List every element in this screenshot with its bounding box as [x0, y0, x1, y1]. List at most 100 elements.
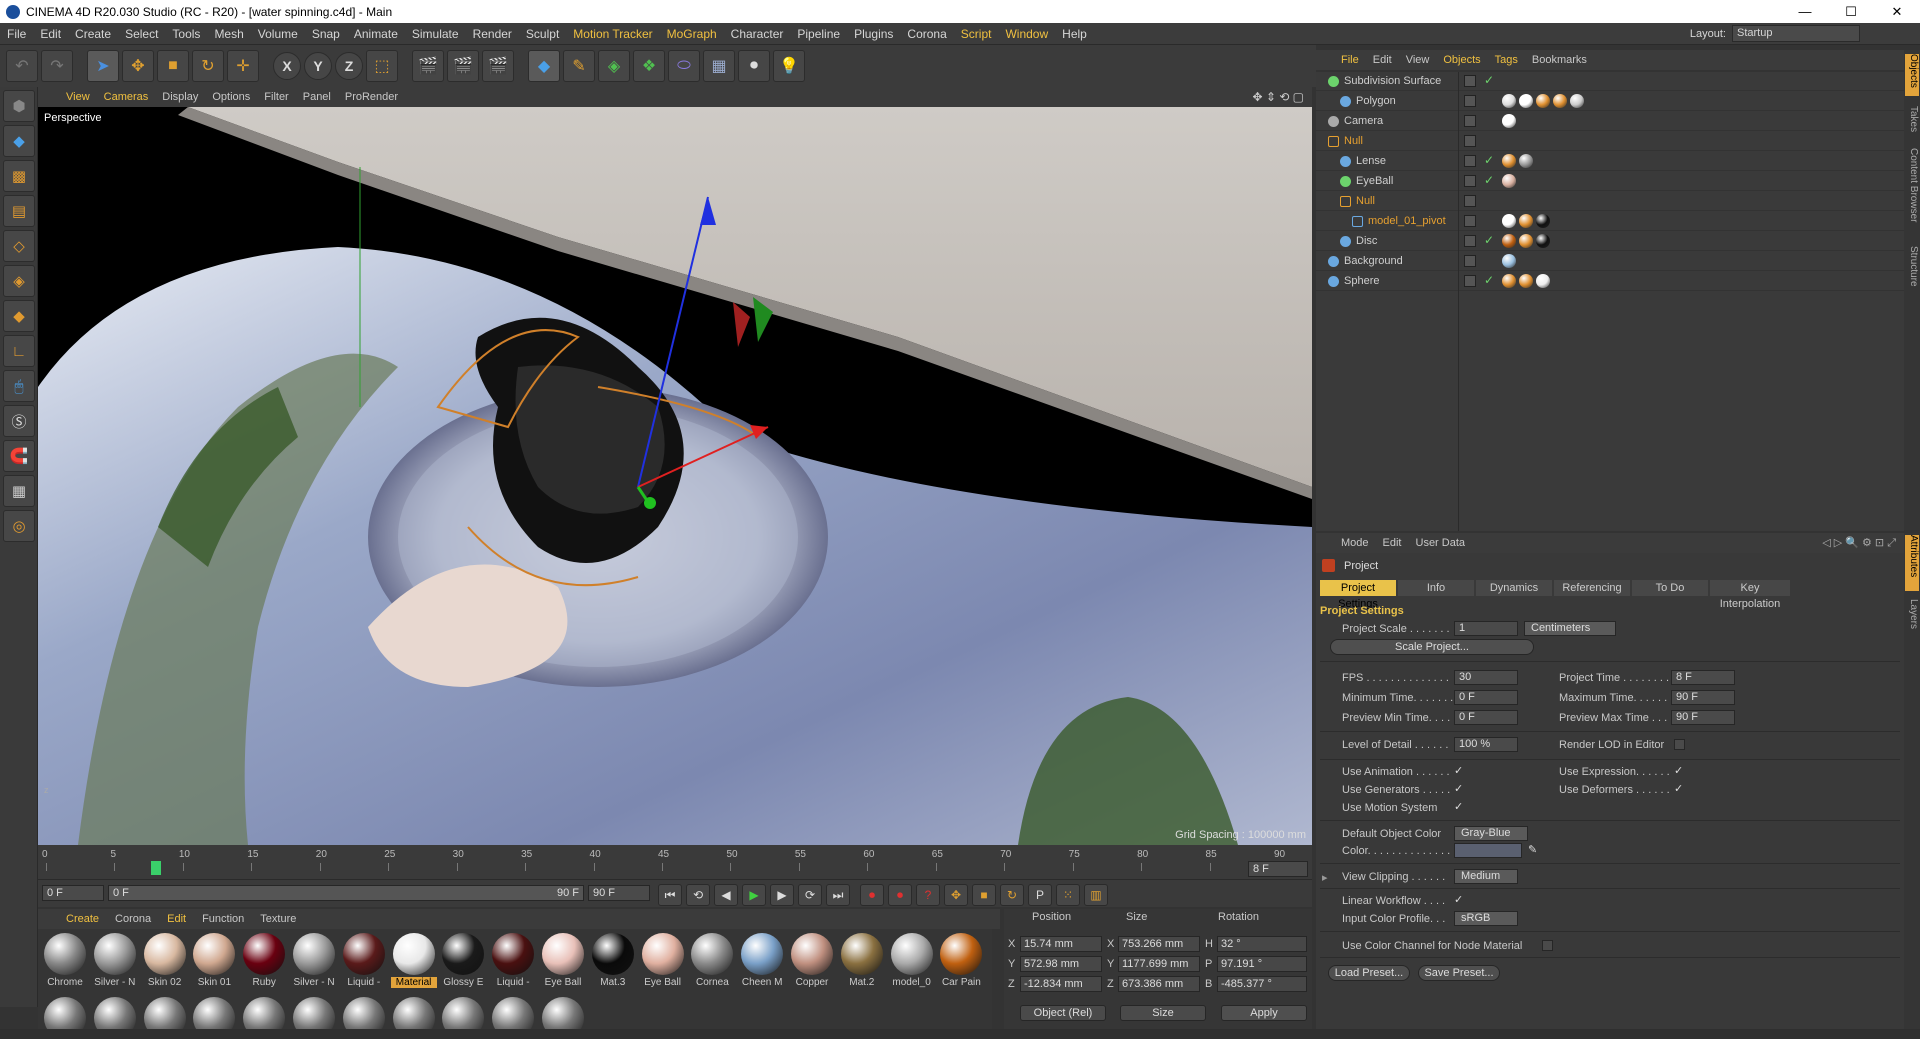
viewport-nav-icons[interactable]: ✥ ⇕ ⟲ ▢: [1252, 90, 1304, 104]
fps-field[interactable]: 30: [1454, 670, 1518, 685]
material-swatch[interactable]: Copper: [789, 933, 835, 988]
material-swatch[interactable]: Silver - N: [92, 933, 138, 988]
visibility-toggle[interactable]: [1464, 255, 1476, 267]
tab-structure[interactable]: Structure: [1905, 246, 1919, 298]
objects-menu-edit[interactable]: Edit: [1373, 54, 1392, 66]
object-row[interactable]: Subdivision Surface ✓: [1316, 72, 1904, 91]
edges-mode-icon[interactable]: ◈: [3, 265, 35, 297]
attributes-menu-user-data[interactable]: User Data: [1416, 537, 1466, 549]
solo-icon[interactable]: ◎: [3, 510, 35, 542]
object-tag-icon[interactable]: [1519, 94, 1533, 108]
keyframe-selection-icon[interactable]: ?: [916, 884, 940, 906]
floor-icon[interactable]: ▦: [703, 50, 735, 82]
menu-snap[interactable]: Snap: [305, 27, 347, 41]
object-tag-icon[interactable]: [1519, 214, 1533, 228]
object-tag-icon[interactable]: [1502, 174, 1516, 188]
undo-icon[interactable]: ↶: [6, 50, 38, 82]
object-tag-icon[interactable]: [1502, 94, 1516, 108]
rot-h-field[interactable]: 32 °: [1217, 936, 1307, 952]
material-swatch[interactable]: Skin 01: [191, 933, 237, 988]
material-swatch[interactable]: Eye Ball: [640, 933, 686, 988]
tab-objects[interactable]: Objects: [1905, 54, 1919, 96]
use-generators-checkbox[interactable]: ✓: [1454, 784, 1465, 795]
tab-dynamics[interactable]: Dynamics: [1476, 580, 1552, 596]
tab-attributes[interactable]: Attributes: [1905, 535, 1919, 591]
enable-checkmark[interactable]: ✓: [1484, 173, 1494, 187]
menu-character[interactable]: Character: [724, 27, 791, 41]
object-row[interactable]: Disc ✓: [1316, 232, 1904, 251]
record-pla-icon[interactable]: ⁙: [1056, 884, 1080, 906]
texture-mode-icon[interactable]: ▩: [3, 160, 35, 192]
project-scale-unit-select[interactable]: Centimeters: [1524, 621, 1616, 636]
material-swatch[interactable]: Mat.2: [839, 933, 885, 988]
start-frame-field[interactable]: 0 F: [42, 885, 104, 901]
menu-pipeline[interactable]: Pipeline: [790, 27, 847, 41]
preview-range-slider[interactable]: 0 F 90 F: [108, 885, 584, 901]
menu-sculpt[interactable]: Sculpt: [519, 27, 566, 41]
material-swatch[interactable]: Liquid -: [490, 933, 536, 988]
material-swatch[interactable]: Eye Ball: [540, 933, 586, 988]
material-swatch[interactable]: Glossy E: [440, 933, 486, 988]
timeline-window-icon[interactable]: ▥: [1084, 884, 1108, 906]
visibility-toggle[interactable]: [1464, 195, 1476, 207]
size-x-field[interactable]: 753.266 mm: [1118, 936, 1200, 952]
object-row[interactable]: Null: [1316, 192, 1904, 211]
make-editable-icon[interactable]: ⬢: [3, 90, 35, 122]
objects-menu-file[interactable]: File: [1341, 54, 1359, 66]
record-active-icon[interactable]: ⏺: [860, 884, 884, 906]
generator-icon[interactable]: ◈: [598, 50, 630, 82]
select-tool-icon[interactable]: ➤: [87, 50, 119, 82]
object-tag-icon[interactable]: [1570, 94, 1584, 108]
objects-menu-tags[interactable]: Tags: [1495, 54, 1518, 66]
object-row[interactable]: Polygon: [1316, 92, 1904, 111]
use-expression-checkbox[interactable]: ✓: [1674, 766, 1685, 777]
material-swatch[interactable]: Cheen M: [739, 933, 785, 988]
workplane-mode-icon[interactable]: ▤: [3, 195, 35, 227]
material-preview-ball[interactable]: [293, 997, 335, 1029]
array-icon[interactable]: ❖: [633, 50, 665, 82]
enable-checkmark[interactable]: ✓: [1484, 233, 1494, 247]
default-object-color-select[interactable]: Gray-Blue: [1454, 826, 1528, 841]
z-axis-lock-button[interactable]: Z: [335, 52, 363, 80]
workplane-icon[interactable]: ▦: [3, 475, 35, 507]
preview-min-field[interactable]: 0 F: [1454, 710, 1518, 725]
enable-checkmark[interactable]: ✓: [1484, 153, 1494, 167]
menu-simulate[interactable]: Simulate: [405, 27, 466, 41]
size-mode-select[interactable]: Size: [1120, 1005, 1206, 1021]
material-swatch[interactable]: Material: [390, 933, 437, 988]
object-row[interactable]: Sphere ✓: [1316, 272, 1904, 291]
visibility-toggle[interactable]: [1464, 275, 1476, 287]
viewport-menu-options[interactable]: Options: [212, 91, 250, 103]
render-lod-checkbox[interactable]: [1674, 739, 1685, 750]
tab-info[interactable]: Info: [1398, 580, 1474, 596]
eyedropper-icon[interactable]: ✎: [1528, 843, 1537, 856]
view-clipping-expand-icon[interactable]: ▸: [1322, 871, 1328, 884]
tab-layers[interactable]: Layers: [1905, 599, 1919, 635]
attributes-nav-icons[interactable]: ◁ ▷ 🔍 ⚙ ⊡ ⤢: [1822, 536, 1896, 550]
visibility-toggle[interactable]: [1464, 135, 1476, 147]
object-row[interactable]: Background: [1316, 252, 1904, 271]
material-preview-ball[interactable]: [342, 997, 385, 1029]
record-parameter-icon[interactable]: P: [1028, 884, 1052, 906]
edit-render-settings-icon[interactable]: 🎬: [482, 50, 514, 82]
scale-project-button[interactable]: Scale Project...: [1330, 639, 1534, 655]
tweak-mode-icon[interactable]: 🖱: [3, 370, 35, 402]
tab-to-do[interactable]: To Do: [1632, 580, 1708, 596]
light-icon[interactable]: 💡: [773, 50, 805, 82]
coordinate-system-icon[interactable]: ⬚: [366, 50, 398, 82]
viewport-menu-display[interactable]: Display: [162, 91, 198, 103]
redo-icon[interactable]: ↷: [41, 50, 73, 82]
menu-edit[interactable]: Edit: [33, 27, 68, 41]
end-frame-field[interactable]: 90 F: [588, 885, 650, 901]
material-swatch[interactable]: Chrome: [42, 933, 88, 988]
pos-y-field[interactable]: 572.98 mm: [1020, 956, 1102, 972]
object-tag-icon[interactable]: [1519, 154, 1533, 168]
pos-z-field[interactable]: -12.834 mm: [1020, 976, 1102, 992]
load-preset-button[interactable]: Load Preset...: [1328, 965, 1410, 981]
level-of-detail-field[interactable]: 100 %: [1454, 737, 1518, 752]
maximum-time-field[interactable]: 90 F: [1671, 690, 1735, 705]
material-preview-ball[interactable]: [93, 997, 136, 1029]
menu-mograph[interactable]: MoGraph: [660, 27, 724, 41]
pos-x-field[interactable]: 15.74 mm: [1020, 936, 1102, 952]
object-tag-icon[interactable]: [1502, 154, 1516, 168]
